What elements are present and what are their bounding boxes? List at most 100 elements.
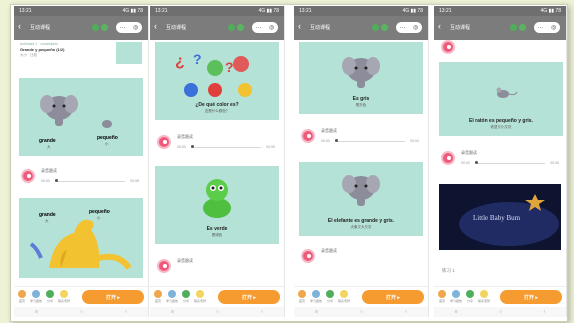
audio-label: 录音跟读 (41, 168, 57, 173)
play-record-icon[interactable] (21, 169, 35, 183)
audio-progress-knob[interactable] (191, 145, 194, 148)
back-icon[interactable]: ‹ (18, 21, 21, 31)
share-label: 分享 (326, 299, 333, 303)
back-nav-icon[interactable]: ‹ (125, 309, 127, 315)
contact-icon[interactable] (480, 290, 488, 298)
contact-label: 联系老师 (57, 299, 70, 303)
play-record-icon[interactable] (301, 249, 315, 263)
back-nav-icon[interactable]: ‹ (405, 309, 407, 315)
share-icon[interactable] (182, 290, 190, 298)
section-label: 练习 1 (442, 268, 455, 273)
elephant-sentence-card[interactable]: El elefante es grande y gris. 大象又大又灰 (299, 162, 423, 236)
play-record-icon[interactable] (157, 135, 171, 149)
play-record-icon[interactable] (441, 151, 455, 165)
more-icon[interactable]: ··· (400, 25, 406, 31)
color-answer-card[interactable]: Es verde 是绿色 (155, 166, 279, 244)
home-nav-icon[interactable]: ○ (360, 309, 363, 315)
back-icon[interactable]: ‹ (438, 21, 441, 31)
open-button[interactable]: 打开 ▸ (500, 290, 562, 304)
share-icon[interactable] (466, 290, 474, 298)
back-nav-icon[interactable]: ‹ (261, 309, 263, 315)
moments-icon[interactable] (101, 24, 108, 31)
report-icon[interactable] (32, 290, 40, 298)
share-icon[interactable] (326, 290, 334, 298)
status-time: 13:21 (19, 8, 32, 14)
audio-player[interactable]: 录音跟读 00:00 00:08 (19, 166, 143, 188)
audio-progress-track[interactable] (475, 162, 545, 164)
audio-progress-knob[interactable] (475, 161, 478, 164)
audio-player-2[interactable]: 录音跟读 (155, 256, 279, 278)
audio-player[interactable]: 录音跟读 00:00 00:05 (155, 132, 279, 154)
audio-player[interactable]: 录音跟读 00:00 00:04 (299, 126, 423, 148)
close-icon[interactable]: ◎ (413, 24, 418, 31)
report-icon[interactable] (452, 290, 460, 298)
audio-player-2[interactable]: 录音跟读 (299, 246, 423, 268)
thumbnail-image[interactable] (116, 42, 142, 64)
contact-icon[interactable] (340, 290, 348, 298)
bottom-action-bar: 首页 学习报告 分享 联系老师 打开 ▸ (294, 286, 428, 307)
wechat-icon[interactable] (228, 24, 235, 31)
close-icon[interactable]: ◎ (133, 24, 138, 31)
report-icon[interactable] (168, 290, 176, 298)
audio-player[interactable]: 录音跟读 00:00 00:06 (439, 148, 563, 170)
moments-icon[interactable] (237, 24, 244, 31)
video-player[interactable]: Little Baby Bum (439, 184, 561, 250)
menu-nav-icon[interactable]: ≡ (171, 309, 174, 315)
more-icon[interactable]: ··· (120, 25, 126, 31)
moments-icon[interactable] (381, 24, 388, 31)
mini-program-capsule[interactable]: ··· ◎ (116, 22, 142, 33)
home-icon[interactable] (298, 290, 306, 298)
open-button[interactable]: 打开 ▸ (362, 290, 424, 304)
audio-progress-knob[interactable] (55, 179, 58, 182)
back-icon[interactable]: ‹ (298, 21, 301, 31)
home-icon[interactable] (18, 290, 26, 298)
menu-nav-icon[interactable]: ≡ (35, 309, 38, 315)
wechat-icon[interactable] (372, 24, 379, 31)
mini-program-capsule[interactable]: ··· ◎ (534, 22, 560, 33)
vocab-card-2[interactable]: grande 大 pequeño 小 (19, 198, 143, 278)
card-caption: Es verde (206, 226, 228, 232)
color-question-card[interactable]: ¿ ? ? ¿De qué color es? 这是什么颜色？ (155, 42, 279, 120)
audio-player-top[interactable] (439, 40, 563, 62)
open-button[interactable]: 打开 ▸ (218, 290, 280, 304)
contact-icon[interactable] (60, 290, 68, 298)
audio-progress-knob[interactable] (335, 139, 338, 142)
share-icon[interactable] (46, 290, 54, 298)
play-record-icon[interactable] (157, 259, 171, 273)
mini-program-capsule[interactable]: ··· ◎ (396, 22, 422, 33)
back-icon[interactable]: ‹ (154, 21, 157, 31)
report-icon[interactable] (312, 290, 320, 298)
gray-card[interactable]: Es gris 是灰色 (299, 42, 423, 114)
contact-icon[interactable] (196, 290, 204, 298)
back-nav-icon[interactable]: ‹ (544, 309, 546, 315)
close-icon[interactable]: ◎ (269, 24, 274, 31)
menu-nav-icon[interactable]: ≡ (315, 309, 318, 315)
wechat-icon[interactable] (510, 24, 517, 31)
play-record-icon[interactable] (441, 40, 455, 54)
open-button[interactable]: 打开 ▸ (82, 290, 144, 304)
app-title: 互动课程 (310, 25, 331, 31)
mouse-sentence-card[interactable]: El ratón es pequeño y gris. 老鼠又小又灰 (439, 62, 563, 136)
bottom-action-bar: 首页 学习报告 分享 联系老师 打开 ▸ (434, 286, 566, 307)
wechat-icon[interactable] (92, 24, 99, 31)
audio-progress-track[interactable] (335, 140, 405, 142)
audio-progress-track[interactable] (55, 180, 125, 182)
more-icon[interactable]: ··· (538, 25, 544, 31)
play-record-icon[interactable] (301, 129, 315, 143)
report-label: 学习报告 (29, 299, 42, 303)
menu-nav-icon[interactable]: ≡ (455, 309, 458, 315)
audio-progress-track[interactable] (191, 146, 261, 148)
moments-icon[interactable] (519, 24, 526, 31)
home-nav-icon[interactable]: ○ (216, 309, 219, 315)
home-icon[interactable] (154, 290, 162, 298)
home-nav-icon[interactable]: ○ (80, 309, 83, 315)
mini-program-capsule[interactable]: ··· ◎ (252, 22, 278, 33)
audio-time-start: 00:00 (461, 161, 470, 165)
home-nav-icon[interactable]: ○ (499, 309, 502, 315)
more-icon[interactable]: ··· (256, 25, 262, 31)
home-label: 首页 (154, 299, 161, 303)
app-icons (92, 24, 108, 31)
home-icon[interactable] (438, 290, 446, 298)
close-icon[interactable]: ◎ (551, 24, 556, 31)
vocab-card-1[interactable]: grande 大 pequeño 小 (19, 78, 143, 156)
